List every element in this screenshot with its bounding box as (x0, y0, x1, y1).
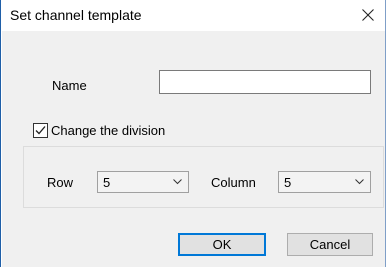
title-bar: Set channel template (1, 0, 385, 30)
change-division-label: Change the division (51, 123, 166, 138)
set-channel-template-dialog: Set channel template Name Change the div… (0, 0, 386, 267)
column-label: Column (211, 175, 256, 190)
chevron-down-icon (173, 179, 182, 185)
ok-button[interactable]: OK (178, 233, 266, 256)
dialog-content: Name Change the division Row 5 Column 5 (2, 31, 385, 267)
column-select-value: 5 (284, 175, 292, 190)
column-select[interactable]: 5 (278, 171, 371, 193)
close-button[interactable] (351, 0, 385, 30)
name-input[interactable] (159, 70, 371, 94)
dialog-title: Set channel template (10, 7, 142, 23)
chevron-down-icon (355, 179, 364, 185)
row-label: Row (47, 175, 74, 190)
row-select[interactable]: 5 (97, 171, 189, 193)
change-division-checkbox[interactable] (33, 123, 48, 138)
close-icon (362, 9, 374, 21)
name-label: Name (52, 78, 87, 93)
row-select-value: 5 (103, 175, 111, 190)
checkmark-icon (35, 126, 46, 135)
cancel-button[interactable]: Cancel (287, 233, 373, 256)
